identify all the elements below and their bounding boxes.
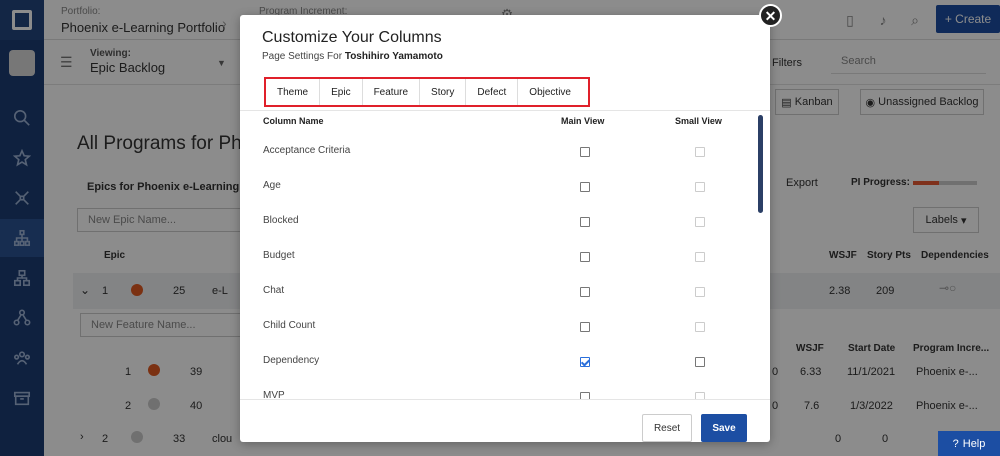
column-option-row: Blocked (240, 203, 760, 238)
help-label: Help (962, 437, 986, 450)
customize-columns-dialog: Customize Your Columns Page Settings For… (240, 15, 770, 442)
reset-button[interactable]: Reset (642, 414, 692, 442)
divider (240, 110, 770, 111)
main-view-checkbox[interactable] (580, 182, 590, 192)
dialog-subtitle: Page Settings For Toshihiro Yamamoto (262, 51, 443, 62)
column-option-label: Blocked (263, 215, 299, 226)
main-view-checkbox[interactable] (580, 287, 590, 297)
help-icon: ? (952, 437, 959, 450)
small-view-checkbox (695, 252, 705, 262)
column-option-label: Budget (263, 250, 295, 261)
entity-tabs: Theme Epic Feature Story Defect Objectiv… (264, 77, 590, 107)
small-view-checkbox (695, 392, 705, 399)
subtitle-prefix: Page Settings For (262, 51, 343, 62)
small-view-header: Small View (675, 116, 722, 126)
column-option-row: Acceptance Criteria (240, 133, 760, 168)
tab-feature[interactable]: Feature (363, 79, 421, 105)
subtitle-user: Toshihiro Yamamoto (344, 51, 443, 62)
tab-objective[interactable]: Objective (518, 79, 582, 105)
small-view-checkbox (695, 322, 705, 332)
column-option-row: Dependency (240, 343, 760, 378)
main-view-checkbox[interactable] (580, 217, 590, 227)
save-button[interactable]: Save (701, 414, 747, 442)
main-view-checkbox[interactable] (580, 147, 590, 157)
dialog-title: Customize Your Columns (262, 29, 442, 46)
column-option-label: Child Count (263, 320, 316, 331)
tab-story[interactable]: Story (420, 79, 467, 105)
main-view-checkbox[interactable] (580, 252, 590, 262)
small-view-checkbox (695, 147, 705, 157)
small-view-checkbox[interactable] (695, 357, 705, 367)
main-view-checkbox[interactable] (580, 357, 590, 367)
column-option-label: Chat (263, 285, 285, 296)
main-view-checkbox[interactable] (580, 322, 590, 332)
column-option-row: MVP (240, 378, 760, 399)
small-view-checkbox (695, 182, 705, 192)
tab-defect[interactable]: Defect (466, 79, 519, 105)
column-options-list[interactable]: Acceptance Criteria Age Blocked Budget Chat C… (240, 133, 760, 399)
help-button[interactable]: ? Help (938, 431, 1000, 456)
column-option-label: Age (263, 180, 281, 191)
close-icon[interactable]: ✕ (759, 4, 782, 27)
small-view-checkbox (695, 217, 705, 227)
column-option-label: Dependency (263, 355, 320, 366)
main-view-header: Main View (561, 116, 605, 126)
tab-epic[interactable]: Epic (320, 79, 363, 105)
divider (240, 399, 770, 400)
column-name-header: Column Name (263, 116, 324, 126)
tab-theme[interactable]: Theme (266, 79, 321, 105)
scrollbar[interactable] (758, 115, 763, 213)
column-option-row: Chat (240, 273, 760, 308)
small-view-checkbox (695, 287, 705, 297)
main-view-checkbox[interactable] (580, 392, 590, 399)
column-option-label: Acceptance Criteria (263, 145, 351, 156)
column-option-row: Child Count (240, 308, 760, 343)
column-option-row: Age (240, 168, 760, 203)
column-option-label: MVP (263, 390, 285, 399)
column-option-row: Budget (240, 238, 760, 273)
